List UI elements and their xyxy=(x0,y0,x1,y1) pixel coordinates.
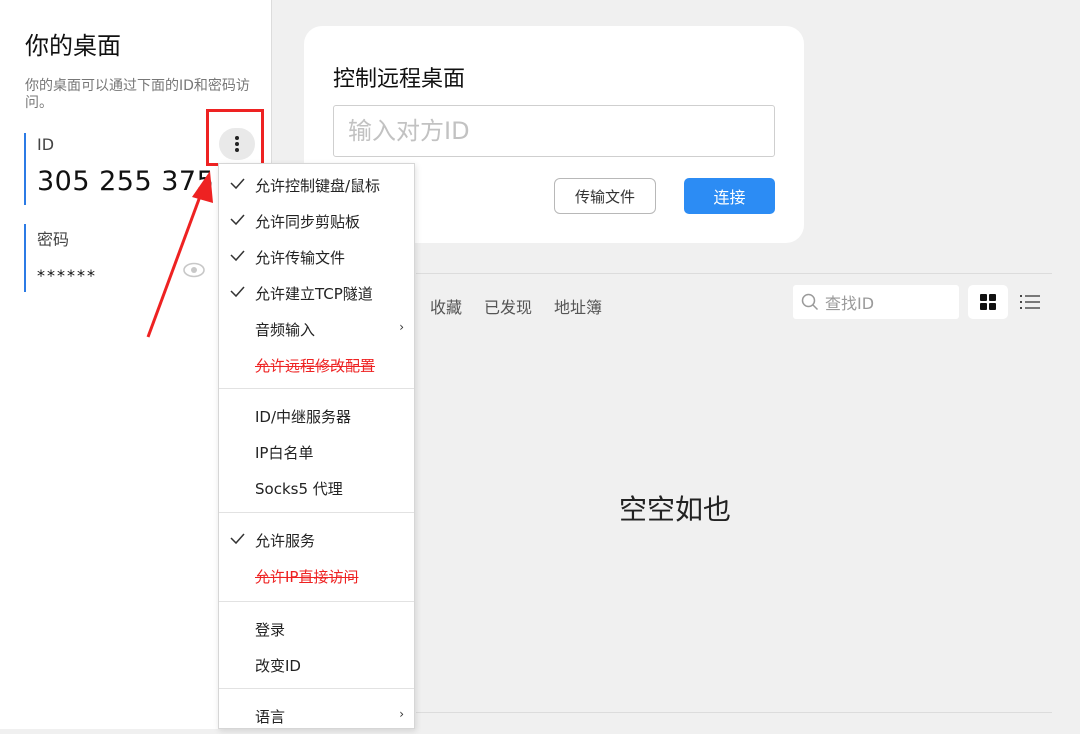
menu-item-allow-remote-config[interactable]: 允许远程修改配置 xyxy=(219,347,414,383)
menu-item-label: ID/中继服务器 xyxy=(255,408,352,426)
divider xyxy=(416,273,1052,274)
menu-separator xyxy=(219,601,414,602)
your-desktop-description: 你的桌面可以通过下面的ID和密码访问。 xyxy=(25,78,250,111)
peer-tabs: 收藏 已发现 地址簿 xyxy=(430,294,602,318)
menu-item-label: 允许服务 xyxy=(255,532,316,550)
empty-state-text: 空空如也 xyxy=(619,493,732,526)
menu-item-label: 允许传输文件 xyxy=(255,249,346,267)
menu-item-allow-tcp-tunnel[interactable]: 允许建立TCP隧道 xyxy=(219,275,414,311)
chevron-right-icon: › xyxy=(399,320,404,334)
list-view-button[interactable] xyxy=(1018,290,1042,314)
chevron-right-icon: › xyxy=(399,707,404,721)
menu-item-ip-whitelist[interactable]: IP白名单 xyxy=(219,434,414,470)
list-icon xyxy=(1020,295,1040,309)
menu-item-label: 允许IP直接访问 xyxy=(255,568,359,586)
tab-address-book[interactable]: 地址簿 xyxy=(554,294,602,318)
menu-item-allow-keyboard-mouse[interactable]: 允许控制键盘/鼠标 xyxy=(219,167,414,203)
menu-item-login[interactable]: 登录 xyxy=(219,611,414,647)
grid-view-button[interactable] xyxy=(968,285,1008,319)
menu-item-label: Socks5 代理 xyxy=(255,480,343,498)
menu-item-label: 允许控制键盘/鼠标 xyxy=(255,177,381,195)
menu-item-label: 允许远程修改配置 xyxy=(255,357,376,375)
options-menu: 允许控制键盘/鼠标 允许同步剪贴板 允许传输文件 允许建立TCP隧道 音频输入 … xyxy=(218,163,415,729)
tab-favorites[interactable]: 收藏 xyxy=(430,294,462,318)
menu-item-audio-input[interactable]: 音频输入 › xyxy=(219,311,414,347)
menu-item-label: 允许建立TCP隧道 xyxy=(255,285,373,303)
search-placeholder: 查找ID xyxy=(825,294,875,313)
menu-item-allow-file-transfer[interactable]: 允许传输文件 xyxy=(219,239,414,275)
menu-separator xyxy=(219,388,414,389)
menu-item-socks5-proxy[interactable]: Socks5 代理 xyxy=(219,470,414,506)
check-icon xyxy=(230,533,245,545)
search-icon xyxy=(801,293,819,311)
check-icon xyxy=(230,286,245,298)
remote-control-title: 控制远程桌面 xyxy=(333,67,466,92)
transfer-file-button[interactable]: 传输文件 xyxy=(554,178,656,214)
your-desktop-title: 你的桌面 xyxy=(25,32,121,60)
menu-item-label: 音频输入 xyxy=(255,321,316,339)
menu-item-allow-direct-ip[interactable]: 允许IP直接访问 xyxy=(219,558,414,594)
tab-discovered[interactable]: 已发现 xyxy=(484,294,532,318)
check-icon xyxy=(230,214,245,226)
menu-item-change-id[interactable]: 改变ID xyxy=(219,647,414,683)
menu-item-label: 语言 xyxy=(255,708,286,726)
menu-item-allow-service[interactable]: 允许服务 xyxy=(219,522,414,558)
check-icon xyxy=(230,250,245,262)
check-icon xyxy=(230,178,245,190)
divider xyxy=(416,712,1052,713)
menu-item-label: 改变ID xyxy=(255,657,301,675)
connect-button[interactable]: 连接 xyxy=(684,178,775,214)
menu-item-label: 允许同步剪贴板 xyxy=(255,213,361,231)
annotation-highlight-box xyxy=(206,109,264,166)
grid-icon xyxy=(980,294,996,310)
menu-item-id-relay-server[interactable]: ID/中继服务器 xyxy=(219,398,414,434)
menu-separator xyxy=(219,688,414,689)
menu-separator xyxy=(219,512,414,513)
annotation-arrow xyxy=(146,171,213,338)
search-box[interactable]: 查找ID xyxy=(793,285,959,319)
menu-item-label: 登录 xyxy=(255,621,286,639)
menu-item-allow-clipboard[interactable]: 允许同步剪贴板 xyxy=(219,203,414,239)
menu-item-label: IP白名单 xyxy=(255,444,314,462)
remote-id-input[interactable] xyxy=(333,105,775,157)
